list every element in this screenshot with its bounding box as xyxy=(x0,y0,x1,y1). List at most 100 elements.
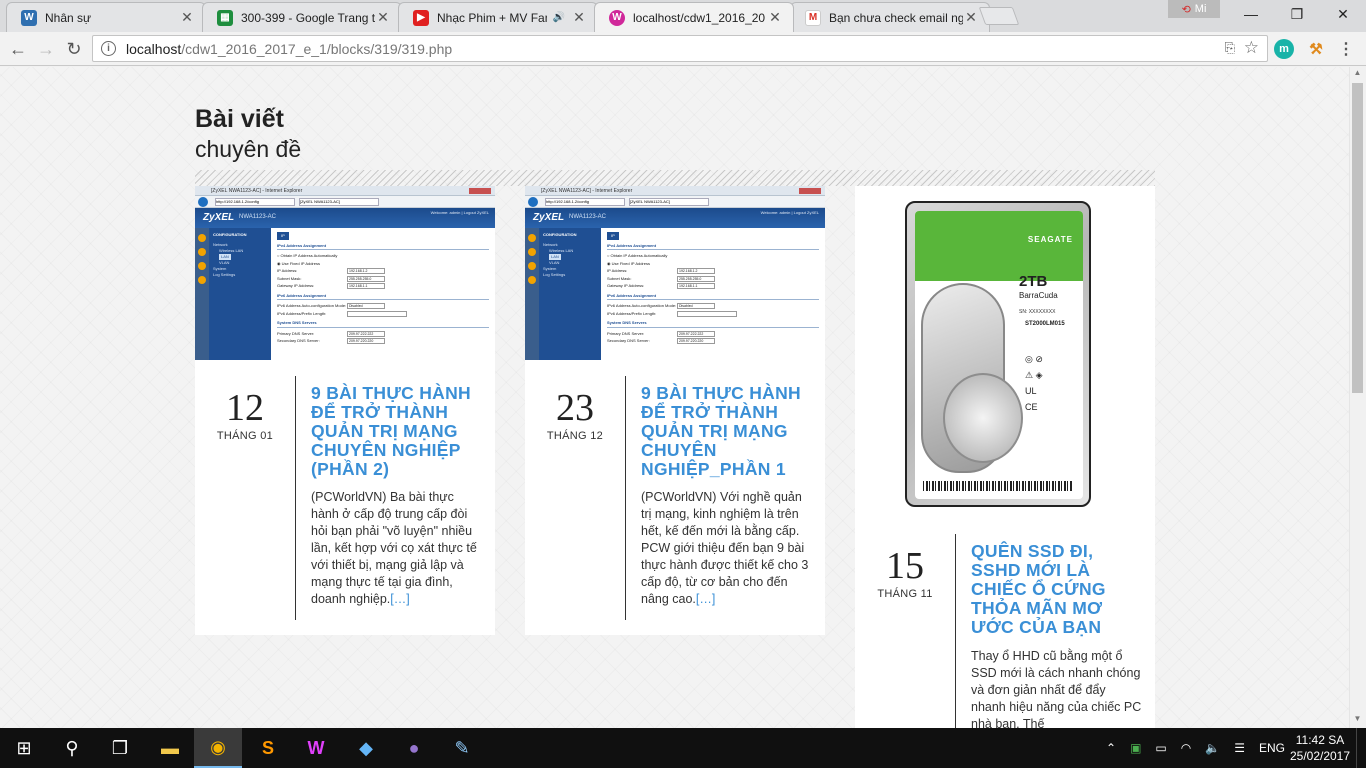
scroll-down-arrow[interactable]: ▼ xyxy=(1352,714,1363,726)
profile-button[interactable]: ⟲ Mi xyxy=(1168,0,1220,18)
tab-strip: W Nhân sự ✕ ▦ 300-399 - Google Trang t ✕… xyxy=(0,0,1366,32)
post-title-link[interactable]: 9 BÀI THỰC HÀNH ĐỂ TRỞ THÀNH QUẢN TRỊ MẠ… xyxy=(311,384,481,479)
date-divider xyxy=(295,376,296,620)
tab-nhan-su[interactable]: W Nhân sự ✕ xyxy=(6,2,206,32)
forward-button[interactable]: → xyxy=(34,37,58,61)
info-icon[interactable]: i xyxy=(101,41,116,56)
zyxel-header: ZyXEL NWA1123-AC Welcome: admin | Logout… xyxy=(525,208,825,228)
webstorm-icon[interactable]: W xyxy=(292,728,340,768)
zyxel-header: ZyXEL NWA1123-AC Welcome: admin | Logout… xyxy=(195,208,495,228)
tab-title: Bạn chưa check email ng xyxy=(829,10,963,25)
address-bar[interactable]: i localhost/cdw1_2016_2017_e_1/blocks/31… xyxy=(92,35,1268,62)
close-tab-icon[interactable]: ✕ xyxy=(375,9,391,26)
wordpress-favicon-icon: W xyxy=(21,9,37,26)
post-day: 23 xyxy=(556,387,594,429)
post-thumbnail[interactable]: [ZyXEL NWA1123-AC] - Internet Explorer h… xyxy=(525,186,825,360)
action-center-icon[interactable]: ☰ xyxy=(1234,741,1245,755)
post-date: 15 THÁNG 11 xyxy=(855,546,955,600)
paint-icon[interactable]: ✎ xyxy=(438,728,486,768)
post-excerpt: Thay ổ HHD cũ bằng một ổ SSD mới là cách… xyxy=(971,649,1142,728)
tab-google-sheets[interactable]: ▦ 300-399 - Google Trang t ✕ xyxy=(202,2,402,32)
close-tab-icon[interactable]: ✕ xyxy=(767,9,783,26)
post-title-link[interactable]: 9 BÀI THỰC HÀNH ĐỂ TRỞ THÀNH QUẢN TRỊ MẠ… xyxy=(641,384,811,479)
clock[interactable]: 11:42 SA 25/02/2017 xyxy=(1288,732,1352,764)
post-month: THÁNG 11 xyxy=(877,588,933,600)
ie-title-bar: [ZyXEL NWA1123-AC] - Internet Explorer xyxy=(525,186,825,196)
webstorm-favicon-icon: W xyxy=(609,9,625,26)
search-icon[interactable]: ⚲ xyxy=(48,728,96,768)
windows-taskbar: ⊞ ⚲ ❐ ▬ ◉ S W ◆ ● ✎ ⌃ ▣ ▭ ◠ 🔈 ☰ ENG 11:4… xyxy=(0,728,1366,768)
file-explorer-icon[interactable]: ▬ xyxy=(146,728,194,768)
post-day: 15 xyxy=(886,545,924,587)
tab-youtube[interactable]: ▶ Nhạc Phim + MV Fan 🔊 ✕ xyxy=(398,2,598,32)
hatch-divider xyxy=(195,170,1155,186)
menu-icon[interactable]: ⋮ xyxy=(1336,39,1356,59)
post-date: 23 THÁNG 12 xyxy=(525,388,625,442)
reload-button[interactable]: ↻ xyxy=(62,37,86,61)
post-card: [ZyXEL NWA1123-AC] - Internet Explorer h… xyxy=(525,186,825,635)
post-title-link[interactable]: QUÊN SSD ĐI, SSHD MỚI LÀ CHIẾC Ổ CỨNG TH… xyxy=(971,542,1141,637)
ie-address-bar: http://192.168.1.2/config [ZyXEL NWA1123… xyxy=(195,196,495,208)
post-excerpt: (PCWorldVN) Với nghề quản trị mạng, kinh… xyxy=(641,490,809,606)
date-divider xyxy=(625,376,626,620)
zyxel-body: CONFIGURATION Network Wireless LAN LAN V… xyxy=(195,228,495,360)
hdd-thumbnail[interactable]: SEAGATE 2TB BarraCuda SN: XXXXXXXX ST200… xyxy=(905,201,1091,507)
post-thumbnail[interactable]: [ZyXEL NWA1123-AC] - Internet Explorer h… xyxy=(195,186,495,360)
tab-localhost[interactable]: W localhost/cdw1_2016_20 ✕ xyxy=(594,2,794,32)
read-more-link[interactable]: […] xyxy=(390,592,409,606)
profile-label: Mi xyxy=(1194,3,1207,15)
bookmark-star-icon[interactable]: ☆ xyxy=(1244,38,1259,58)
date-divider xyxy=(955,534,956,728)
tab-title: 300-399 - Google Trang t xyxy=(241,10,375,25)
post-day: 12 xyxy=(226,387,264,429)
tab-title: localhost/cdw1_2016_20 xyxy=(633,10,766,25)
task-view-icon[interactable]: ❐ xyxy=(96,728,144,768)
tab-gmail[interactable]: M Bạn chưa check email ng ✕ xyxy=(790,2,990,32)
post-card: SEAGATE 2TB BarraCuda SN: XXXXXXXX ST200… xyxy=(855,186,1155,728)
extension-m-icon[interactable]: m xyxy=(1274,39,1294,59)
scrollbar-thumb[interactable] xyxy=(1352,83,1363,393)
ie-address-bar: http://192.168.1.2/config [ZyXEL NWA1123… xyxy=(525,196,825,208)
clock-time: 11:42 SA xyxy=(1295,733,1345,747)
close-window-button[interactable]: ✕ xyxy=(1320,0,1366,28)
restore-button[interactable]: ❐ xyxy=(1274,0,1320,28)
show-desktop-button[interactable] xyxy=(1356,728,1366,768)
post-excerpt: (PCWorldVN) Ba bài thực hành ở cấp độ tr… xyxy=(311,490,477,606)
zyxel-body: CONFIGURATION Network Wireless LAN LAN V… xyxy=(525,228,825,360)
new-tab-button[interactable] xyxy=(978,7,1020,25)
page-viewport: Bài viết chuyên đề [ZyXEL NWA1123-AC] - … xyxy=(0,67,1349,728)
virtualbox-icon[interactable]: ◆ xyxy=(342,728,390,768)
chrome-icon[interactable]: ◉ xyxy=(194,728,242,768)
post-card: [ZyXEL NWA1123-AC] - Internet Explorer h… xyxy=(195,186,495,635)
close-tab-icon[interactable]: ✕ xyxy=(963,9,979,26)
post-month: THÁNG 01 xyxy=(216,430,274,442)
heading-title: Bài viết xyxy=(195,105,284,133)
close-tab-icon[interactable]: ✕ xyxy=(179,9,195,26)
extension-tools-icon[interactable]: ⚒ xyxy=(1306,39,1326,59)
read-more-link[interactable]: […] xyxy=(696,592,715,606)
battery-icon[interactable]: ▭ xyxy=(1155,741,1166,755)
ie-title-bar: [ZyXEL NWA1123-AC] - Internet Explorer xyxy=(195,186,495,196)
url-text: localhost/cdw1_2016_2017_e_1/blocks/319/… xyxy=(126,40,453,57)
wifi-icon[interactable]: ◠ xyxy=(1181,741,1191,755)
start-icon[interactable]: ⊞ xyxy=(0,728,48,768)
back-button[interactable]: ← xyxy=(6,37,30,61)
close-tab-icon[interactable]: ✕ xyxy=(571,9,587,26)
sublime-text-icon[interactable]: S xyxy=(244,728,292,768)
minimize-button[interactable]: — xyxy=(1228,0,1274,28)
audio-playing-icon[interactable]: 🔊 xyxy=(553,12,565,23)
system-tray: ⌃ ▣ ▭ ◠ 🔈 ☰ ENG xyxy=(1106,728,1285,768)
gmail-favicon-icon: M xyxy=(805,9,821,26)
app-icon[interactable]: ● xyxy=(390,728,438,768)
translate-icon[interactable]: ⎘ xyxy=(1225,40,1235,56)
google-sheets-favicon-icon: ▦ xyxy=(217,9,233,26)
volume-icon[interactable]: 🔈 xyxy=(1205,741,1220,755)
browser-toolbar: ← → ↻ i localhost/cdw1_2016_2017_e_1/blo… xyxy=(0,32,1366,66)
language-indicator[interactable]: ENG xyxy=(1259,741,1285,755)
app-tray-icon[interactable]: ▣ xyxy=(1130,741,1141,755)
show-hidden-icons-icon[interactable]: ⌃ xyxy=(1106,741,1116,755)
section-heading: Bài viết chuyên đề xyxy=(195,105,301,163)
clock-date: 25/02/2017 xyxy=(1289,749,1351,763)
post-month: THÁNG 12 xyxy=(546,430,604,442)
scroll-up-arrow[interactable]: ▲ xyxy=(1352,68,1363,80)
